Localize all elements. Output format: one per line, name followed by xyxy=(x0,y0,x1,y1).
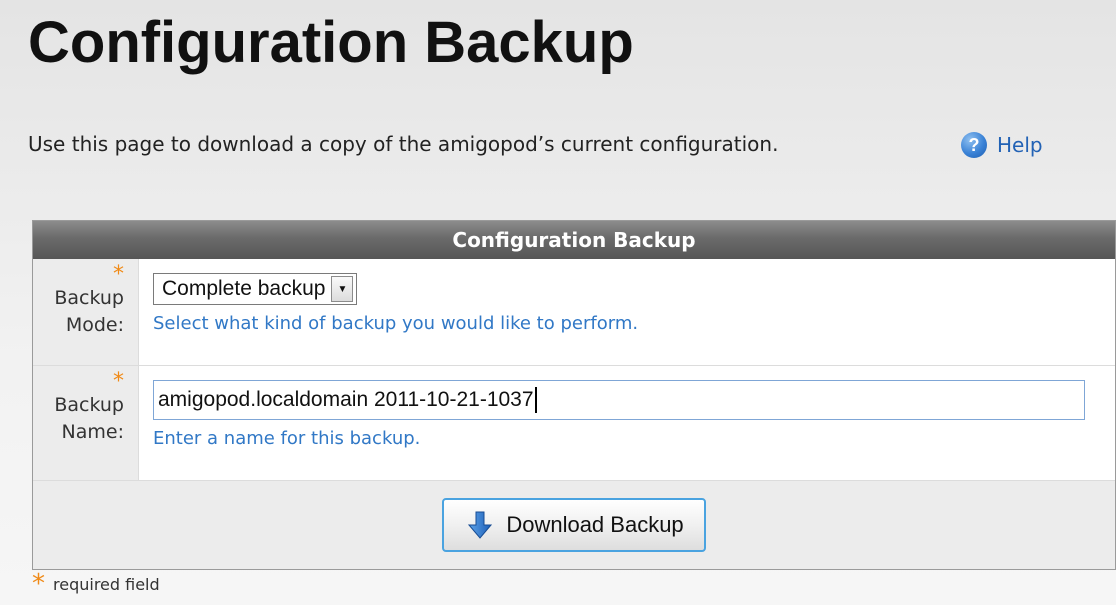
backup-mode-label: * Backup Mode: xyxy=(33,259,139,365)
backup-form-panel: Configuration Backup * Backup Mode: Comp… xyxy=(32,220,1116,570)
form-actions: Download Backup xyxy=(33,481,1115,569)
backup-name-hint: Enter a name for this backup. xyxy=(153,428,421,449)
required-field-note: * required field xyxy=(32,569,160,599)
required-marker: * xyxy=(32,569,45,599)
backup-mode-hint: Select what kind of backup you would lik… xyxy=(153,313,639,334)
download-backup-label[interactable]: Download Backup xyxy=(506,512,683,538)
page-title: Configuration Backup xyxy=(28,10,634,75)
required-marker: * xyxy=(113,262,124,287)
help-circle-icon[interactable]: ? xyxy=(961,132,987,158)
help-label[interactable]: Help xyxy=(997,133,1043,157)
required-marker: * xyxy=(113,369,124,394)
backup-mode-label-line1: Backup xyxy=(54,287,124,309)
backup-name-value[interactable]: amigopod.localdomain 2011-10-21-1037 xyxy=(158,388,534,412)
required-field-text: required field xyxy=(53,574,160,594)
backup-name-label: * Backup Name: xyxy=(33,366,139,480)
backup-mode-label-line2: Mode: xyxy=(65,314,124,336)
backup-name-row: * Backup Name: amigopod.localdomain 2011… xyxy=(33,366,1115,481)
backup-name-input[interactable]: amigopod.localdomain 2011-10-21-1037 xyxy=(153,380,1085,420)
download-arrow-icon[interactable] xyxy=(468,511,493,539)
backup-mode-row: * Backup Mode: Complete backup ▼ Select … xyxy=(33,259,1115,366)
backup-name-label-line2: Name: xyxy=(61,421,124,443)
backup-mode-field: Complete backup ▼ Select what kind of ba… xyxy=(139,259,1115,365)
backup-name-field: amigopod.localdomain 2011-10-21-1037 Ent… xyxy=(139,366,1115,480)
backup-mode-select[interactable]: Complete backup ▼ xyxy=(153,273,358,305)
page-description: Use this page to download a copy of the … xyxy=(28,132,779,156)
panel-header: Configuration Backup xyxy=(33,221,1115,259)
chevron-down-icon[interactable]: ▼ xyxy=(331,276,354,302)
download-backup-button[interactable]: Download Backup xyxy=(442,498,706,552)
backup-mode-selected-value[interactable]: Complete backup xyxy=(162,277,325,301)
backup-name-label-line1: Backup xyxy=(54,394,124,416)
help-link[interactable]: ? Help xyxy=(961,132,1043,158)
text-caret xyxy=(534,387,537,413)
